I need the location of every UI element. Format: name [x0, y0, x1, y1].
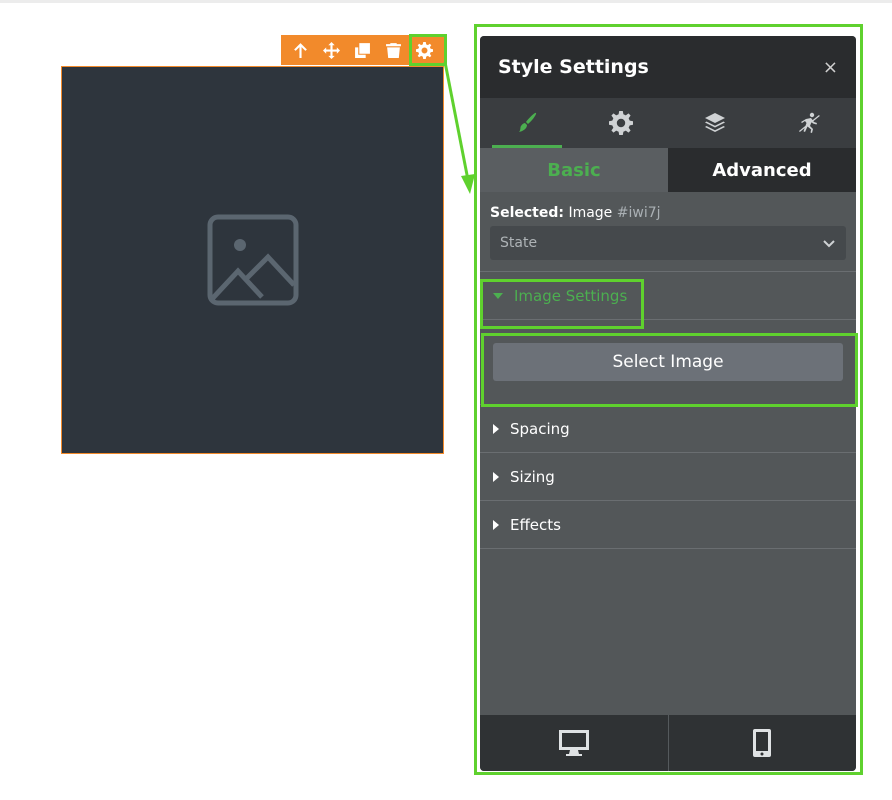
section-spacing[interactable]: Spacing [480, 405, 856, 453]
gear-icon [416, 41, 433, 59]
image-placeholder-icon [207, 214, 298, 306]
section-label: Spacing [510, 419, 570, 438]
panel-header: Style Settings × [480, 36, 856, 98]
icon-tabs [480, 98, 856, 148]
interaction-icon [799, 112, 820, 133]
selected-id: #iwi7j [616, 205, 661, 221]
drag-move-button[interactable] [319, 37, 345, 63]
panel-title: Style Settings [498, 56, 649, 78]
sub-tabs: Basic Advanced [480, 148, 856, 192]
section-label: Sizing [510, 467, 555, 486]
layers-icon [705, 113, 725, 132]
section-effects[interactable]: Effects [480, 501, 856, 549]
caret-right-icon [493, 471, 499, 482]
device-switcher [480, 715, 856, 771]
gear-icon [609, 111, 633, 135]
selected-type: Image [568, 205, 613, 221]
section-label: Effects [510, 515, 561, 534]
mobile-view-button[interactable] [667, 715, 857, 771]
state-value: State [500, 235, 538, 251]
move-up-button[interactable] [288, 37, 314, 63]
image-settings-body: Select Image [480, 320, 856, 405]
element-toolbar [281, 35, 444, 65]
clone-button[interactable] [350, 37, 376, 63]
caret-down-icon [493, 292, 503, 299]
clone-icon [355, 42, 370, 58]
tab-interactions[interactable] [762, 98, 856, 148]
close-button[interactable]: × [823, 57, 838, 78]
selected-element-info: Selected: Image #iwi7j [480, 192, 856, 221]
chevron-down-icon [823, 240, 835, 248]
settings-button[interactable] [412, 37, 438, 63]
tab-advanced[interactable]: Advanced [668, 148, 856, 192]
mobile-icon [753, 729, 772, 757]
arrow-up-icon [294, 42, 307, 58]
tab-settings[interactable] [574, 98, 668, 148]
section-label: Image Settings [514, 286, 628, 305]
caret-right-icon [493, 423, 499, 434]
caret-right-icon [493, 519, 499, 530]
tab-style[interactable] [480, 98, 574, 148]
top-border [0, 0, 892, 3]
section-sizing[interactable]: Sizing [480, 453, 856, 501]
tab-basic[interactable]: Basic [480, 148, 668, 192]
image-element[interactable] [61, 66, 444, 454]
delete-button[interactable] [381, 37, 407, 63]
state-select[interactable]: State [490, 226, 846, 260]
desktop-icon [558, 730, 589, 756]
brush-icon [519, 112, 537, 132]
move-icon [323, 41, 340, 59]
section-image-settings[interactable]: Image Settings [480, 272, 856, 320]
select-image-button[interactable]: Select Image [493, 343, 843, 381]
desktop-view-button[interactable] [480, 715, 668, 771]
trash-icon [386, 42, 401, 58]
selected-label: Selected: [490, 205, 564, 221]
style-settings-panel: Style Settings × Basic Advanced Selected… [480, 36, 856, 771]
tab-layers[interactable] [668, 98, 762, 148]
